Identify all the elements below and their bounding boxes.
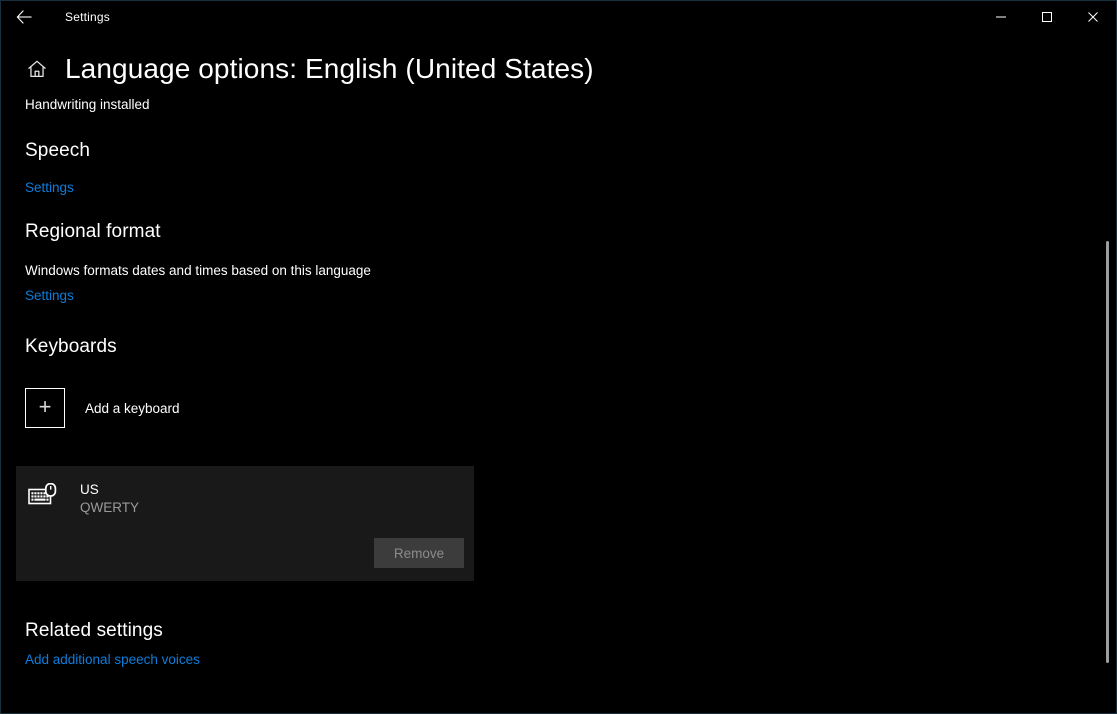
regional-format-description: Windows formats dates and times based on… (25, 263, 371, 278)
keyboard-layout: QWERTY (80, 500, 140, 515)
window-title: Settings (65, 10, 110, 24)
add-speech-voices-link[interactable]: Add additional speech voices (1, 652, 200, 667)
home-icon[interactable] (25, 57, 49, 81)
settings-window: Settings Language options: English (Unit… (0, 0, 1117, 714)
plus-icon: + (38, 394, 52, 419)
back-button[interactable] (1, 1, 47, 33)
maximize-button[interactable] (1024, 1, 1070, 33)
add-keyboard-label: Add a keyboard (85, 400, 180, 416)
section-heading-regional-format: Regional format (25, 221, 161, 242)
keyboard-with-pointer-icon (28, 483, 57, 505)
page-header: Language options: English (United States… (1, 47, 1116, 91)
scrollbar-thumb[interactable] (1106, 241, 1109, 663)
section-heading-related-settings: Related settings (25, 620, 163, 641)
regional-format-settings-link[interactable]: Settings (1, 288, 74, 303)
add-keyboard-box: + (25, 388, 65, 428)
remove-keyboard-button[interactable]: Remove (374, 538, 464, 568)
title-bar: Settings (1, 1, 1116, 33)
minimize-button[interactable] (978, 1, 1024, 33)
back-arrow-icon (16, 10, 32, 24)
section-heading-speech: Speech (25, 140, 91, 161)
settings-content: Language options: English (United States… (1, 33, 1116, 713)
section-heading-keyboards: Keyboards (25, 336, 117, 357)
caption-buttons (978, 1, 1116, 33)
add-keyboard-button[interactable]: + Add a keyboard (1, 388, 180, 428)
scrollbar-track[interactable] (1102, 33, 1112, 712)
keyboard-item-info: US QWERTY (16, 466, 474, 517)
house-icon (28, 60, 46, 77)
handwriting-status: Handwriting installed (25, 97, 150, 112)
keyboard-icon (27, 482, 61, 510)
minimize-icon (996, 16, 1006, 18)
close-button[interactable] (1070, 1, 1116, 33)
keyboard-name: US (80, 482, 99, 497)
speech-settings-link[interactable]: Settings (1, 180, 74, 195)
page-title: Language options: English (United States… (65, 53, 594, 84)
close-icon (1088, 12, 1098, 22)
keyboard-text-block: US QWERTY (80, 481, 139, 517)
keyboard-list-item[interactable]: US QWERTY Remove (16, 466, 474, 581)
maximize-icon (1042, 12, 1052, 22)
